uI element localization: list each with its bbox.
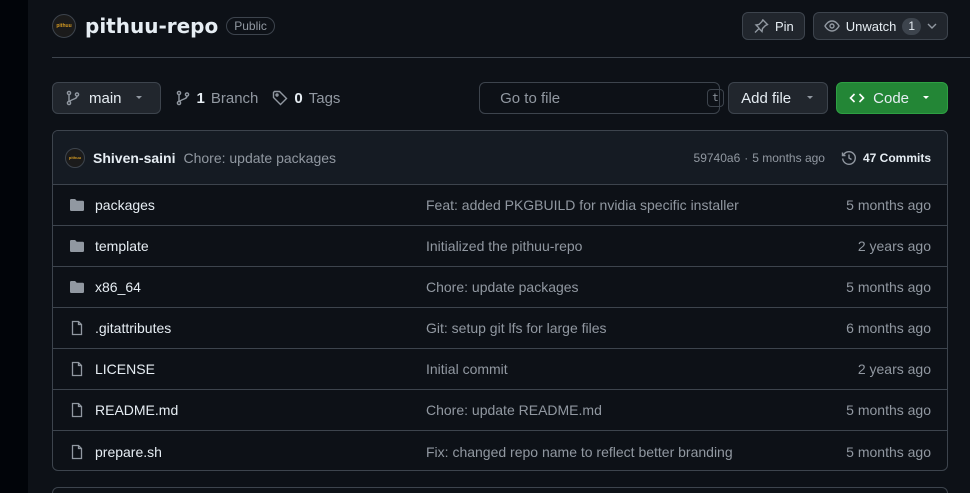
author-avatar[interactable]: pithuu [65,147,85,168]
owner-avatar-text: pithuu [56,23,72,29]
commit-author[interactable]: Shiven-saini [93,150,175,166]
chevron-down-icon [927,23,937,29]
file-name[interactable]: prepare.sh [95,444,426,460]
caret-down-icon [807,96,814,99]
git-branch-icon [66,90,80,106]
header-actions: Pin Unwatch 1 [741,12,948,40]
commits-link[interactable]: 47 Commits [841,150,931,166]
folder-icon [69,197,85,213]
commit-separator: · [744,150,749,165]
commit-meta: 59740a6 · 5 months ago [694,151,825,165]
shortcut-hint: t [707,89,724,107]
file-name[interactable]: .gitattributes [95,320,426,336]
file-age: 5 months ago [846,443,931,460]
commits-count-label: 47 Commits [862,150,931,165]
caret-down-icon [923,96,929,99]
file-age: 6 months ago [846,320,931,336]
file-list: packages Feat: added PKGBUILD for nvidia … [53,185,947,470]
file-icon [69,402,85,418]
file-commit-message[interactable]: Git: setup git lfs for large files [426,320,846,336]
branch-name: main [89,89,122,107]
file-table: pithuu Shiven-saini Chore: update packag… [52,130,948,471]
commit-age: 5 months ago [752,150,825,165]
add-file-label: Add file [741,89,792,107]
folder-icon [69,238,85,254]
pin-button[interactable]: Pin [741,12,805,40]
file-row[interactable]: README.md Chore: update README.md 5 months… [53,390,947,431]
file-age: 5 months ago [846,402,931,418]
file-row[interactable]: .gitattributes Git: setup git lfs for lar… [53,308,947,349]
file-commit-message[interactable]: Chore: update packages [426,279,846,295]
file-commit-message[interactable]: Feat: added PKGBUILD for nvidia specific… [426,197,846,213]
file-icon [69,444,85,460]
folder-icon [69,279,85,295]
commit-hash[interactable]: 59740a6 [694,151,741,165]
add-file-button[interactable]: Add file [728,82,829,114]
owner-avatar[interactable]: pithuu [52,14,76,38]
code-icon [849,93,865,103]
eye-icon [823,20,840,32]
file-name[interactable]: README.md [95,402,426,418]
file-age: 2 years ago [857,238,931,254]
file-age: 5 months ago [846,279,931,295]
file-age: 2 years ago [857,361,931,377]
repo-toolbar: main 1 Branch 0 Tags t Add file [52,82,948,114]
file-commit-message[interactable]: Fix: changed repo name to reflect better… [426,444,846,460]
file-name[interactable]: packages [95,197,426,213]
branch-count: 1 [196,89,205,107]
branch-selector[interactable]: main [52,82,161,114]
file-row[interactable]: template Initialized the pithuu-repo 2 yea… [53,226,947,267]
code-button[interactable]: Code [836,82,948,114]
file-name[interactable]: LICENSE [95,361,426,377]
tag-icon [273,90,288,106]
git-branch-icon [176,90,189,106]
tag-count: 0 [294,89,303,107]
tags-link[interactable]: 0 Tags [272,90,340,107]
history-icon [841,150,856,165]
tag-count-label: Tags [308,89,341,107]
commit-message[interactable]: Chore: update packages [183,150,336,166]
file-commit-message[interactable]: Initialized the pithuu-repo [426,238,858,254]
visibility-badge: Public [226,17,275,35]
header-divider [52,57,970,58]
file-commit-message[interactable]: Chore: update README.md [426,402,846,418]
file-name[interactable]: x86_64 [95,279,426,295]
readme-panel [52,487,948,493]
unwatch-button[interactable]: Unwatch 1 [812,12,948,40]
unwatch-label: Unwatch [845,18,897,34]
go-to-file-input[interactable] [500,89,700,107]
caret-down-icon [135,96,142,99]
left-sidebar-strip [0,0,28,493]
repo-header: pithuu pithuu-repo Public Pin Unwatch 1 [52,10,948,42]
file-row[interactable]: prepare.sh Fix: changed repo name to refl… [53,431,947,470]
file-name[interactable]: template [95,238,426,254]
pin-label: Pin [774,18,794,34]
file-row[interactable]: packages Feat: added PKGBUILD for nvidia … [53,185,947,226]
latest-commit-bar: pithuu Shiven-saini Chore: update packag… [53,131,947,185]
file-icon [69,320,85,336]
file-commit-message[interactable]: Initial commit [426,361,858,377]
branches-link[interactable]: 1 Branch [175,89,259,107]
watch-counter: 1 [902,17,921,35]
pin-icon [754,19,769,33]
code-label: Code [873,89,909,107]
file-icon [69,361,85,377]
file-row[interactable]: x86_64 Chore: update packages 5 months ago [53,267,947,308]
author-avatar-text: pithuu [68,155,82,160]
go-to-file-search[interactable]: t [479,82,724,114]
file-age: 5 months ago [846,197,931,213]
repo-name[interactable]: pithuu-repo [85,14,218,38]
branch-count-label: Branch [210,89,259,107]
file-row[interactable]: LICENSE Initial commit 2 years ago [53,349,947,390]
